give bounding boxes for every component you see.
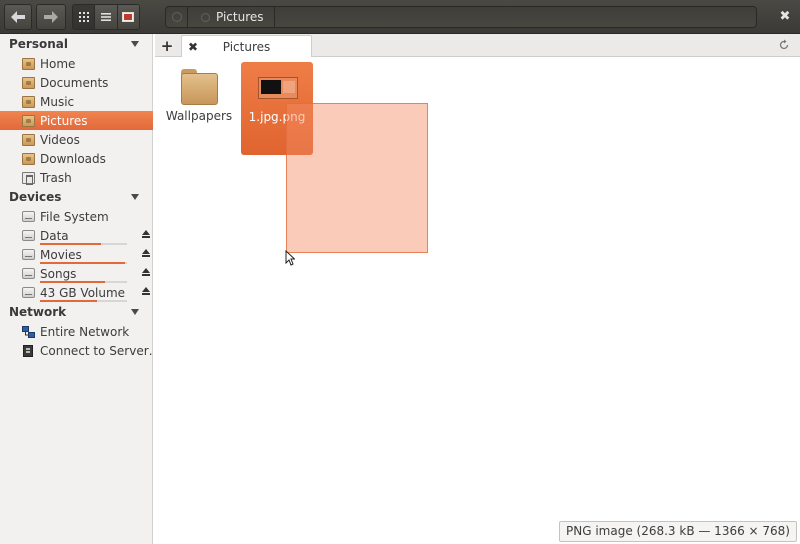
path-crumb-label: Pictures [216,10,264,24]
drive-icon [22,287,35,298]
list-view-button[interactable] [95,5,118,29]
file-view[interactable]: Wallpapers 1.jpg.png PNG image (268.3 kB… [155,57,800,544]
sidebar-item-label: Connect to Server… [40,343,153,358]
disk-usage-fill [40,300,97,302]
close-window-button[interactable]: ✖ [776,7,794,25]
trash-icon [22,171,35,185]
path-root-button[interactable] [166,7,188,27]
chevron-down-icon[interactable] [131,41,139,47]
sidebar-item-label: Videos [40,132,80,147]
disk-usage-bar [40,300,127,302]
restore-tab-icon[interactable] [778,39,790,51]
server-icon [23,344,33,357]
mouse-cursor-icon [285,250,295,266]
pictures-folder-icon [200,12,211,22]
sidebar-item-music[interactable]: Music [0,92,153,111]
drive-icon [22,211,35,222]
eject-icon[interactable] [142,249,150,258]
section-title: Personal [9,37,68,51]
list-view-icon [100,13,111,21]
drive-icon [22,230,35,241]
close-icon: ✖ [779,8,791,24]
documents-folder-icon [22,76,35,89]
sidebar-section-devices[interactable]: Devices [0,188,153,207]
sidebar-item-label: Entire Network [40,324,130,339]
forward-button[interactable] [36,4,66,30]
file-label: Wallpapers [165,109,233,123]
sidebar-item-label: Songs [40,266,77,281]
chevron-down-icon[interactable] [131,309,139,315]
tab-label: Pictures [222,40,271,54]
eject-icon[interactable] [142,287,150,296]
arrow-left-icon [11,11,25,23]
section-title: Network [9,305,67,319]
drive-icon [22,249,35,260]
toolbar: Pictures ✖ [0,0,800,34]
rubber-band-selection [286,103,428,253]
path-bar: Pictures [165,6,757,28]
sidebar-item-downloads[interactable]: Downloads [0,149,153,168]
sidebar-section-network[interactable]: Network [0,303,153,322]
sidebar-item-label: Trash [40,170,72,185]
file-item-wallpapers[interactable]: Wallpapers [163,69,235,123]
sidebar-section-personal[interactable]: Personal [0,35,153,54]
eject-icon[interactable] [142,268,150,277]
sidebar-item-label: Pictures [40,113,88,128]
view-mode-switcher [72,4,140,30]
back-button[interactable] [4,4,32,30]
sidebar-item-entire-network[interactable]: Entire Network [0,322,153,341]
pictures-folder-icon [22,114,35,127]
sidebar-item-label: Movies [40,247,82,262]
sidebar-item-label: Downloads [40,151,106,166]
eject-icon[interactable] [142,230,150,239]
tab-pictures[interactable]: ✖ Pictures [181,35,312,58]
icon-view-icon [78,12,89,22]
image-thumbnail-icon [258,77,298,99]
sidebar-item-pictures[interactable]: Pictures [0,111,153,130]
status-bar: PNG image (268.3 kB — 1366 × 768) [559,521,797,542]
network-icon [22,325,35,338]
sidebar: Personal Home Documents Music Pictures V… [0,34,153,544]
sidebar-item-home[interactable]: Home [0,54,153,73]
icon-view-button[interactable] [73,5,96,29]
videos-folder-icon [22,133,35,146]
tab-bar: + ✖ Pictures [155,34,800,58]
music-folder-icon [22,95,35,108]
sidebar-item-label: Data [40,228,69,243]
sidebar-item-label: Music [40,94,75,109]
plus-icon: + [160,37,174,55]
sidebar-item-label: Home [40,56,76,71]
column-view-icon [122,12,135,22]
sidebar-item-videos[interactable]: Videos [0,130,153,149]
drive-icon [22,268,35,279]
section-title: Devices [9,190,62,204]
arrow-right-icon [44,11,58,23]
folder-icon [180,69,218,105]
column-view-button[interactable] [117,5,139,29]
chevron-down-icon[interactable] [131,194,139,200]
sidebar-item-connect-to-server[interactable]: Connect to Server… [0,341,153,360]
sidebar-item-label: Documents [40,75,109,90]
location-icon [171,11,182,23]
downloads-folder-icon [22,152,35,165]
sidebar-item-label: File System [40,209,109,224]
sidebar-item-documents[interactable]: Documents [0,73,153,92]
path-crumb-pictures[interactable]: Pictures [188,7,275,27]
sidebar-item-trash[interactable]: Trash [0,168,153,187]
sidebar-item-label: 43 GB Volume [40,285,126,300]
home-folder-icon [22,57,35,70]
status-text: PNG image (268.3 kB — 1366 × 768) [566,524,790,538]
sidebar-item-file-system[interactable]: File System [0,207,153,226]
new-tab-button[interactable]: + [159,37,175,55]
